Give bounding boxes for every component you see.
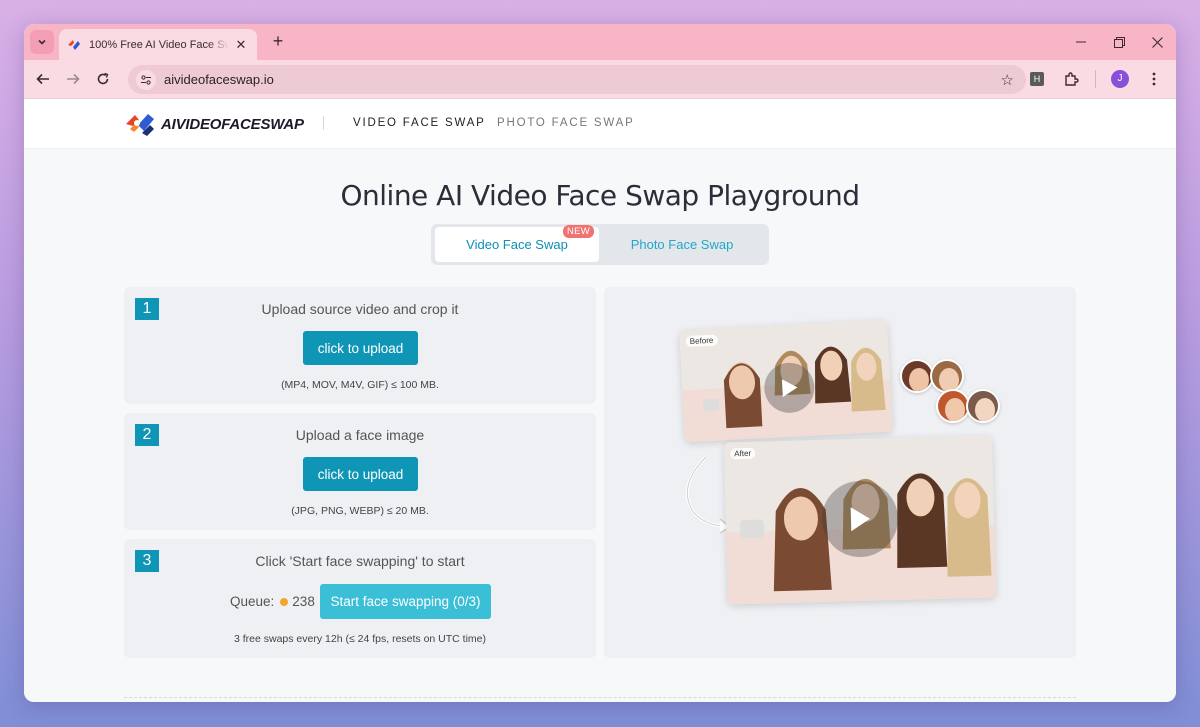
- site-info-icon[interactable]: [136, 69, 156, 90]
- tab-photo-label: Photo Face Swap: [630, 237, 734, 252]
- mode-switch: Video Face Swap NEW Photo Face Swap: [431, 224, 769, 265]
- face-thumbnail: [966, 389, 1000, 423]
- logo-mark-icon: [126, 114, 154, 136]
- face-thumbnail: [900, 359, 934, 393]
- step-title: Upload a face image: [295, 427, 425, 443]
- chevron-down-icon: [38, 39, 46, 45]
- step-2-card: 2 Upload a face image click to upload (J…: [124, 413, 596, 530]
- active-tab[interactable]: 100% Free AI Video Face Swap ✕: [59, 29, 257, 60]
- site-favicon-icon: [67, 38, 81, 52]
- toolbar-separator: [1095, 70, 1096, 88]
- step-1-card: 1 Upload source video and crop it click …: [124, 287, 596, 404]
- url-text: aivideofaceswap.io: [164, 72, 274, 87]
- queue-status: Queue: 238: [230, 594, 315, 609]
- queue-dot-icon: [280, 597, 289, 606]
- before-label: Before: [685, 334, 718, 348]
- forward-arrow-icon[interactable]: [59, 65, 87, 93]
- tab-video-label: Video Face Swap: [466, 237, 568, 252]
- toolbar-right: H J: [1023, 65, 1168, 93]
- profile-avatar[interactable]: J: [1106, 65, 1134, 93]
- address-bar[interactable]: aivideofaceswap.io ☆: [128, 65, 1026, 94]
- restore-icon[interactable]: [1100, 24, 1138, 60]
- queue-label: Queue:: [230, 594, 275, 609]
- reload-icon[interactable]: [89, 65, 117, 93]
- preview-panel: Before After: [604, 287, 1076, 658]
- footer-divider: [124, 697, 1076, 698]
- tab-video-face-swap[interactable]: Video Face Swap NEW: [435, 225, 599, 262]
- after-image: After: [723, 435, 997, 605]
- header-divider: [323, 116, 324, 130]
- main-content: Online AI Video Face Swap Playground Vid…: [24, 149, 1176, 702]
- after-label: After: [730, 447, 756, 460]
- upload-face-button[interactable]: click to upload: [303, 457, 418, 491]
- step-note: (MP4, MOV, M4V, GIF) ≤ 100 MB.: [281, 379, 439, 391]
- browser-toolbar: aivideofaceswap.io ☆ H J: [24, 60, 1176, 99]
- back-arrow-icon[interactable]: [29, 65, 57, 93]
- tab-close-icon[interactable]: ✕: [233, 37, 249, 53]
- new-tab-button[interactable]: +: [266, 30, 290, 54]
- minimize-icon[interactable]: [1062, 24, 1100, 60]
- site-header: AIVIDEOFACESWAP VIDEO FACE SWAP PHOTO FA…: [24, 99, 1176, 149]
- before-image: Before: [679, 319, 893, 443]
- tab-title: 100% Free AI Video Face Swap: [89, 38, 229, 51]
- nav-video-face-swap[interactable]: VIDEO FACE SWAP: [353, 117, 486, 129]
- face-thumbnail: [930, 359, 964, 393]
- logo-text: AIVIDEOFACESWAP: [161, 115, 304, 133]
- extensions-puzzle-icon[interactable]: [1057, 65, 1085, 93]
- step-title: Click 'Start face swapping' to start: [255, 553, 465, 569]
- upload-video-button[interactable]: click to upload: [303, 331, 418, 365]
- more-menu-icon[interactable]: [1140, 65, 1168, 93]
- tab-strip: 100% Free AI Video Face Swap ✕ +: [24, 24, 1176, 60]
- site-logo[interactable]: AIVIDEOFACESWAP: [124, 111, 304, 137]
- tab-photo-face-swap[interactable]: Photo Face Swap: [599, 227, 765, 262]
- nav-photo-face-swap[interactable]: PHOTO FACE SWAP: [497, 117, 635, 129]
- tab-search-button[interactable]: [30, 30, 54, 54]
- window-controls: [1062, 24, 1176, 60]
- step-note: 3 free swaps every 12h (≤ 24 fps, resets…: [233, 633, 487, 645]
- new-badge: NEW: [563, 225, 595, 238]
- extension-h-icon[interactable]: H: [1023, 65, 1051, 93]
- face-thumbnail: [936, 389, 970, 423]
- step-title: Upload source video and crop it: [261, 301, 459, 317]
- queue-count: 238: [292, 594, 315, 609]
- step-3-card: 3 Click 'Start face swapping' to start Q…: [124, 539, 596, 658]
- start-face-swapping-button[interactable]: Start face swapping (0/3): [320, 584, 491, 619]
- close-window-icon[interactable]: [1138, 24, 1176, 60]
- browser-window: 100% Free AI Video Face Swap ✕ +: [24, 24, 1176, 702]
- bookmark-star-icon[interactable]: ☆: [1001, 71, 1014, 89]
- page-title: Online AI Video Face Swap Playground: [340, 179, 860, 212]
- step-note: (JPG, PNG, WEBP) ≤ 20 MB.: [291, 505, 429, 517]
